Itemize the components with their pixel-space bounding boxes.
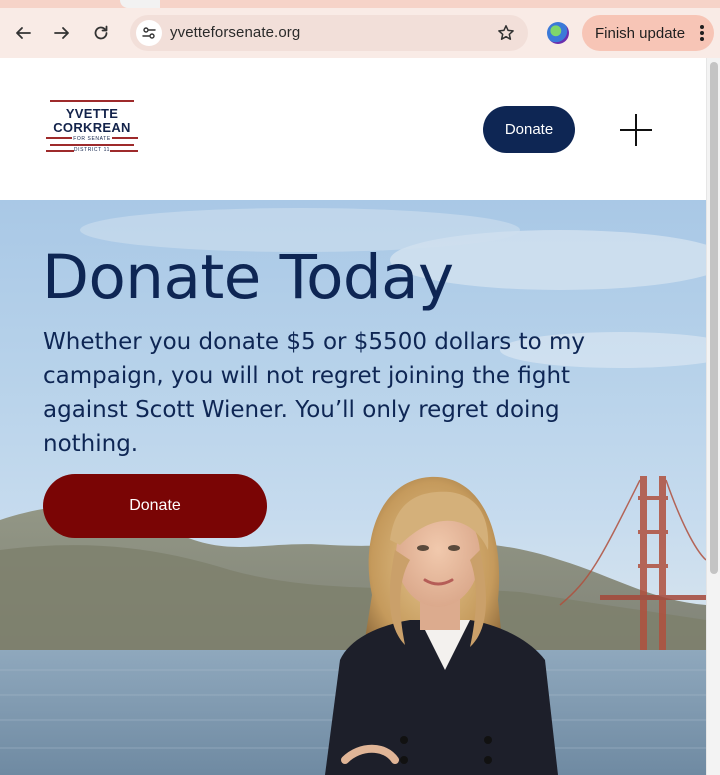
logo-top-bar [50, 100, 134, 102]
finish-update-label: Finish update [595, 24, 686, 42]
logo-last-name: CORKREAN [53, 120, 131, 135]
finish-update-button[interactable]: Finish update [582, 15, 714, 51]
hero-body-text: Whether you donate $5 or $5500 dollars t… [43, 329, 585, 457]
campaign-logo[interactable]: YVETTE CORKREAN FOR SENATE DISTRICT 11 [44, 100, 140, 156]
hero-section: Donate Today Whether you donate $5 or $5… [0, 200, 706, 775]
kebab-menu-icon[interactable] [700, 25, 704, 41]
tune-icon[interactable] [136, 20, 162, 46]
url-text[interactable]: yvetteforsenate.org [170, 24, 300, 41]
active-tab-edge [120, 0, 160, 8]
logo-stripe [110, 150, 138, 152]
tab-strip [0, 0, 720, 8]
scrollbar-thumb[interactable] [710, 62, 718, 574]
site-header: YVETTE CORKREAN FOR SENATE DISTRICT 11 D… [0, 58, 706, 200]
address-bar[interactable]: yvetteforsenate.org [130, 15, 528, 51]
logo-first-name: YVETTE [65, 106, 119, 121]
page-viewport: YVETTE CORKREAN FOR SENATE DISTRICT 11 D… [0, 58, 720, 775]
hero-donate-button[interactable]: Donate [43, 474, 267, 538]
hero-title: Donate Today [42, 242, 454, 313]
page-scrollbar[interactable] [706, 58, 720, 775]
reload-icon[interactable] [86, 18, 116, 48]
profile-avatar[interactable] [547, 22, 569, 44]
header-donate-button[interactable]: Donate [483, 106, 575, 153]
logo-for-senate: FOR SENATE [72, 136, 112, 142]
browser-toolbar: yvetteforsenate.org Finish update [0, 8, 720, 58]
star-icon[interactable] [496, 23, 516, 43]
forward-arrow-icon[interactable] [47, 18, 77, 48]
plus-icon[interactable] [620, 114, 652, 146]
back-arrow-icon[interactable] [8, 18, 38, 48]
logo-stripe [50, 144, 134, 146]
